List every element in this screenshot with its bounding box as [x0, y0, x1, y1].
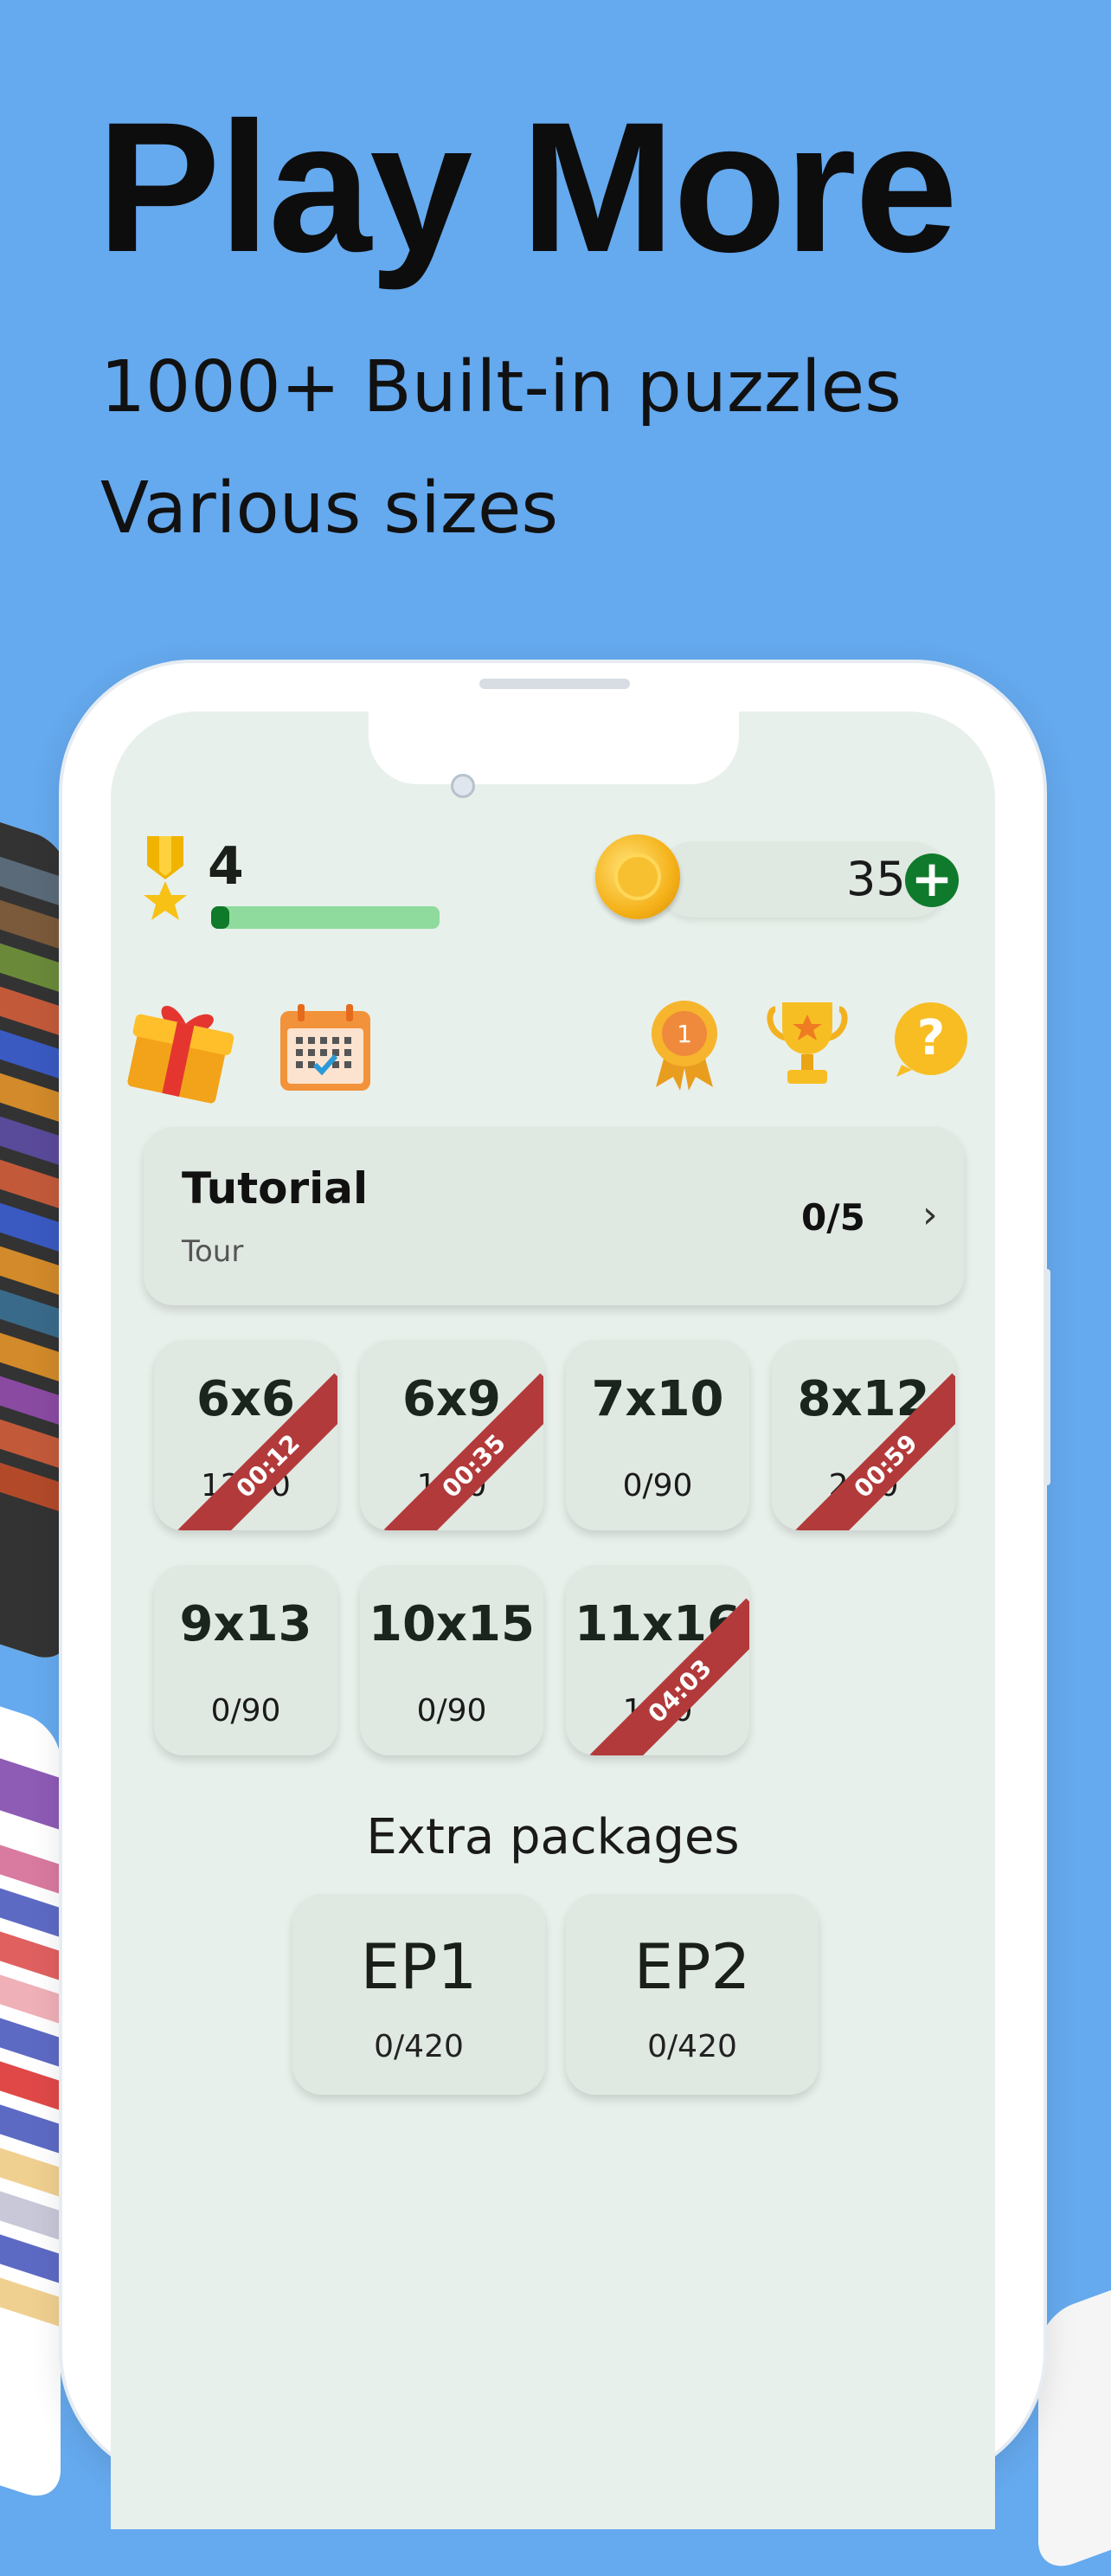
package-name: EP2	[633, 1930, 751, 2003]
background-device-left-top	[0, 782, 69, 1667]
grid-progress: 0/90	[622, 1468, 693, 1504]
coin-icon	[595, 834, 680, 919]
promo-subline-sizes: Various sizes	[100, 467, 559, 550]
package-progress: 0/420	[647, 2029, 737, 2064]
grid-card-10x15[interactable]: 10x15 0/90	[360, 1565, 543, 1755]
level-progress-bar	[211, 906, 440, 929]
help-icon[interactable]: ?	[889, 997, 973, 1080]
background-device-left-bottom	[0, 1666, 61, 2506]
promo-subline-puzzles: 1000+ Built-in puzzles	[100, 346, 902, 428]
extra-packages-title: Extra packages	[366, 1809, 740, 1865]
tutorial-subtitle: Tour	[182, 1234, 244, 1269]
package-name: EP1	[360, 1930, 478, 2003]
grid-size-label: 7x10	[591, 1371, 724, 1427]
package-card-ep2[interactable]: EP2 0/420	[566, 1894, 819, 2095]
phone-notch	[369, 712, 739, 784]
grid-progress: 0/90	[210, 1693, 281, 1729]
front-camera	[451, 774, 475, 798]
phone-speaker	[479, 679, 630, 689]
phone-side-button	[1044, 1269, 1050, 1485]
tutorial-card[interactable]: Tutorial Tour 0/5 ›	[144, 1127, 964, 1305]
grid-card-8x12[interactable]: 8x12 2/90 00:59	[772, 1340, 955, 1530]
level-medal-icon	[144, 836, 187, 920]
svg-text:?: ?	[917, 1010, 945, 1066]
grid-card-9x13[interactable]: 9x13 0/90	[154, 1565, 337, 1755]
calendar-icon[interactable]	[277, 1002, 374, 1094]
grid-size-label: 10x15	[369, 1596, 535, 1652]
app-screen: 4 35 + 1 ? Tutorial Tour 0/5 › 6x6 00:12…	[111, 712, 995, 2529]
tutorial-progress: 0/5	[801, 1196, 865, 1239]
promo-headline: Play More	[97, 84, 958, 291]
trophy-icon[interactable]	[767, 997, 848, 1091]
add-coins-button[interactable]: +	[905, 853, 959, 907]
chevron-right-icon: ›	[922, 1193, 938, 1237]
svg-text:1: 1	[677, 1020, 692, 1048]
gift-icon[interactable]	[123, 997, 237, 1104]
grid-card-6x6[interactable]: 6x6 12/90 00:12	[154, 1340, 337, 1530]
package-card-ep1[interactable]: EP1 0/420	[292, 1894, 545, 2095]
grid-size-label: 9x13	[179, 1596, 312, 1652]
grid-card-6x9[interactable]: 6x9 1/90 00:35	[360, 1340, 543, 1530]
tutorial-title: Tutorial	[182, 1163, 369, 1214]
phone-frame: 4 35 + 1 ? Tutorial Tour 0/5 › 6x6 00:12…	[62, 663, 1050, 2529]
coin-count: 35	[846, 852, 906, 906]
level-progress-fill	[211, 906, 230, 929]
decorative-puzzle-preview	[0, 782, 69, 1667]
package-progress: 0/420	[374, 2029, 464, 2064]
grid-progress: 0/90	[416, 1693, 487, 1729]
rank-medal-icon[interactable]: 1	[647, 997, 722, 1091]
grid-card-7x10[interactable]: 7x10 0/90	[566, 1340, 749, 1530]
level-number: 4	[208, 836, 244, 897]
grid-card-11x16[interactable]: 11x16 1/90 04:03	[566, 1565, 749, 1755]
background-device-right-bottom	[1038, 2253, 1111, 2576]
